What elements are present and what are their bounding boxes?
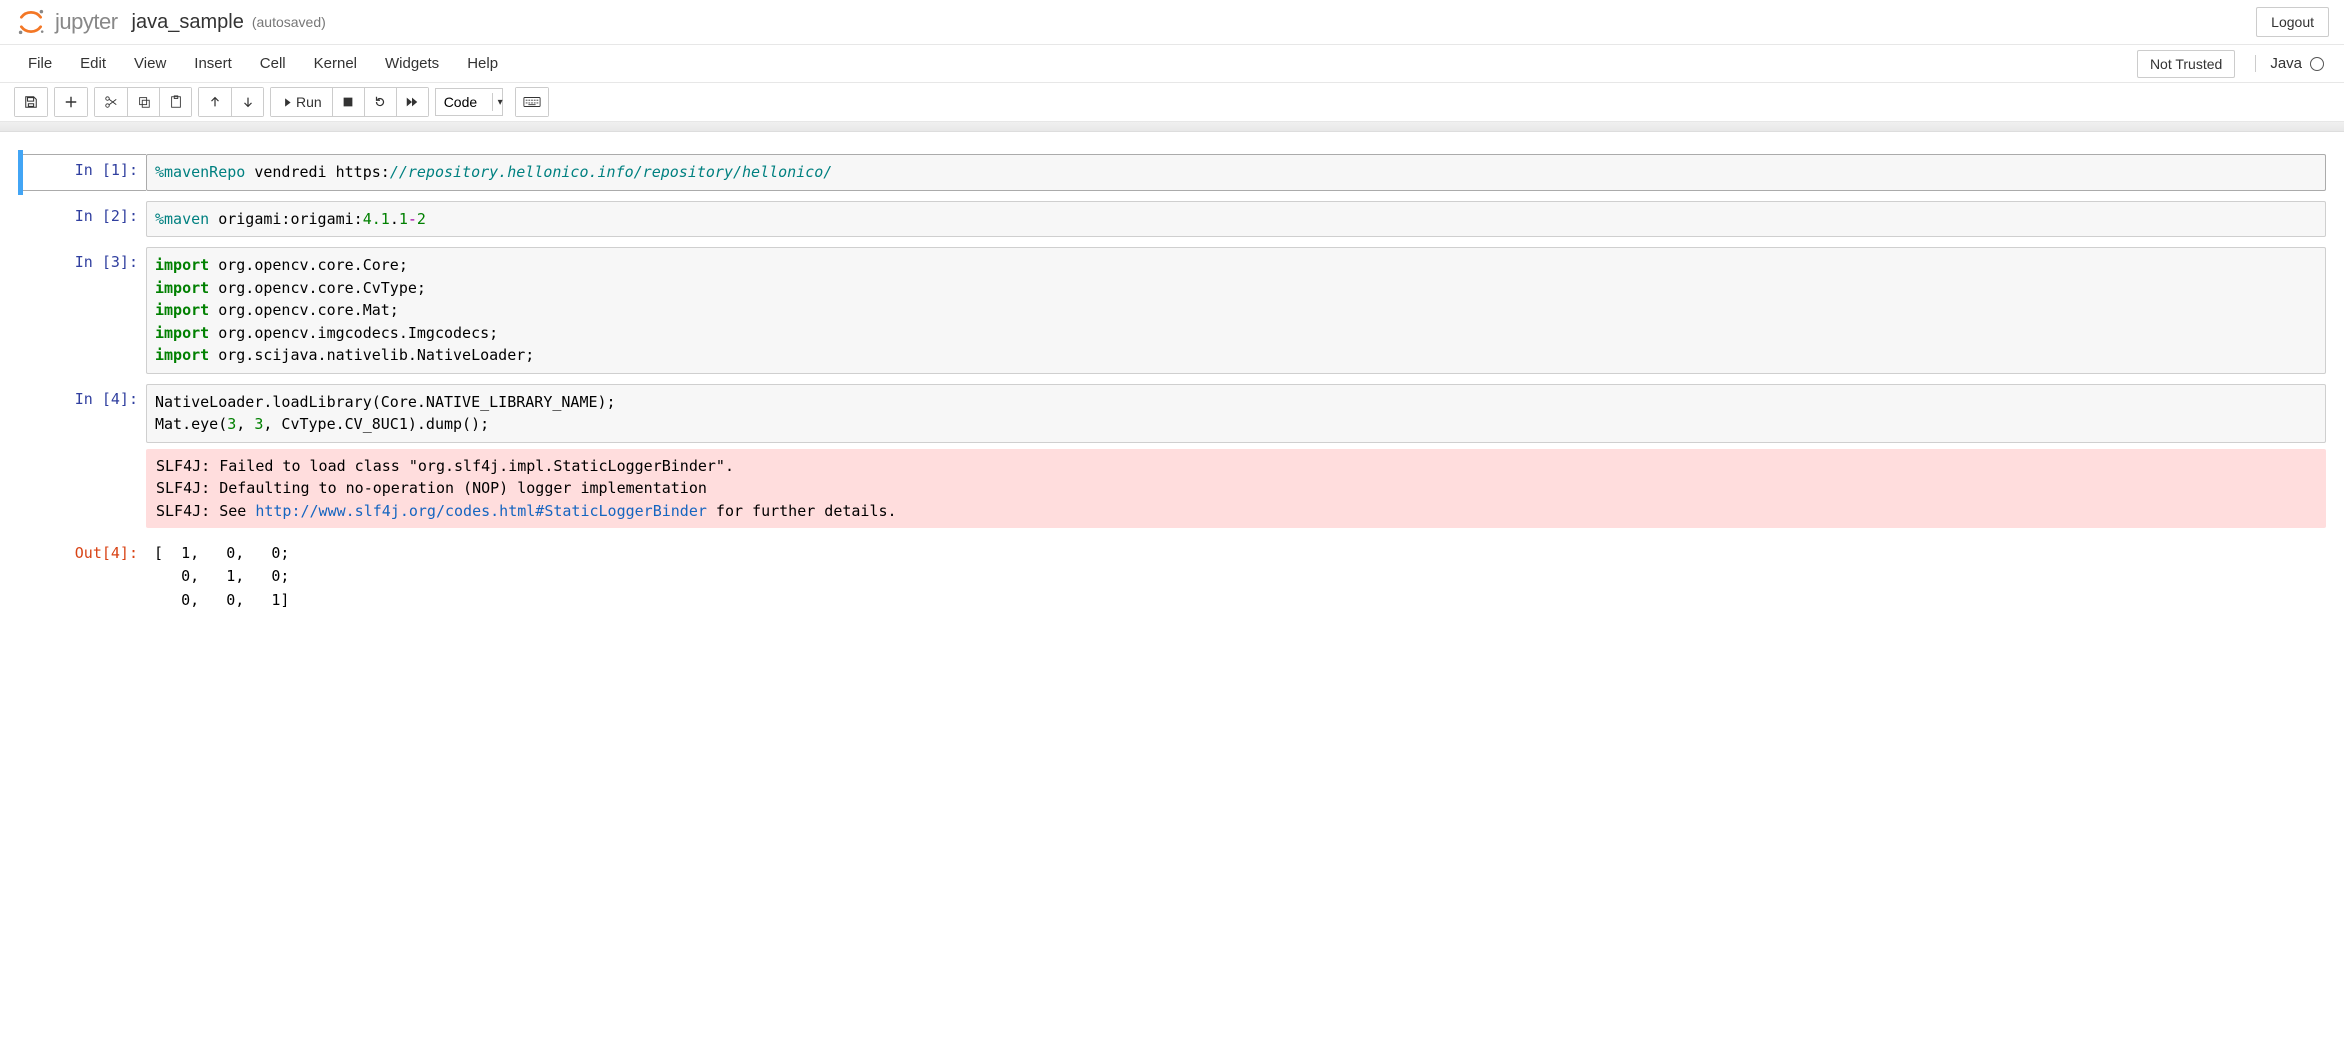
paste-button[interactable] bbox=[159, 88, 191, 116]
output-stderr-row: SLF4J: Failed to load class "org.slf4j.i… bbox=[0, 449, 2344, 533]
code-input[interactable]: %maven origami:origami:4.1.1-2 bbox=[146, 201, 2326, 238]
command-palette-button[interactable] bbox=[516, 88, 548, 116]
move-down-button[interactable] bbox=[231, 88, 263, 116]
arrow-up-icon bbox=[208, 95, 222, 109]
code-input[interactable]: %mavenRepo vendredi https://repository.h… bbox=[146, 154, 2326, 191]
code-input[interactable]: import org.opencv.core.Core; import org.… bbox=[146, 247, 2326, 374]
jupyter-logo-text: jupyter bbox=[55, 9, 118, 35]
stderr-output: SLF4J: Failed to load class "org.slf4j.i… bbox=[146, 449, 2326, 529]
header: jupyter java_sample (autosaved) Logout bbox=[0, 0, 2344, 45]
fast-forward-icon bbox=[405, 95, 419, 109]
plus-icon bbox=[64, 95, 78, 109]
output-prompt: Out[4]: bbox=[18, 538, 146, 616]
menu-kernel[interactable]: Kernel bbox=[300, 47, 371, 80]
jupyter-logo[interactable]: jupyter bbox=[15, 6, 118, 38]
copy-button[interactable] bbox=[127, 88, 159, 116]
code-cell[interactable]: In [1]: %mavenRepo vendredi https://repo… bbox=[0, 150, 2344, 195]
menu-file[interactable]: File bbox=[14, 47, 66, 80]
kernel-status-icon bbox=[2310, 57, 2324, 71]
stop-icon bbox=[341, 95, 355, 109]
kernel-indicator: Java bbox=[2255, 55, 2330, 72]
menu-help[interactable]: Help bbox=[453, 47, 512, 80]
move-up-button[interactable] bbox=[199, 88, 231, 116]
interrupt-button[interactable] bbox=[332, 88, 364, 116]
toolbar: Run Code bbox=[0, 83, 2344, 122]
output-row: Out[4]: [ 1, 0, 0; 0, 1, 0; 0, 0, 1] bbox=[0, 534, 2344, 620]
paste-icon bbox=[169, 95, 183, 109]
arrow-down-icon bbox=[241, 95, 255, 109]
restart-button[interactable] bbox=[364, 88, 396, 116]
input-prompt: In [4]: bbox=[18, 384, 146, 443]
menubar: File Edit View Insert Cell Kernel Widget… bbox=[0, 45, 2344, 83]
code-input[interactable]: NativeLoader.loadLibrary(Core.NATIVE_LIB… bbox=[146, 384, 2326, 443]
jupyter-logo-icon bbox=[15, 6, 47, 38]
copy-icon bbox=[137, 95, 151, 109]
empty-prompt bbox=[18, 449, 146, 529]
not-trusted-button[interactable]: Not Trusted bbox=[2137, 50, 2235, 78]
restart-icon bbox=[373, 95, 387, 109]
kernel-name: Java bbox=[2270, 55, 2302, 72]
notebook-container: In [1]: %mavenRepo vendredi https://repo… bbox=[0, 132, 2344, 640]
menu-cell[interactable]: Cell bbox=[246, 47, 300, 80]
run-button[interactable]: Run bbox=[271, 88, 332, 116]
menu-view[interactable]: View bbox=[120, 47, 180, 80]
logout-button[interactable]: Logout bbox=[2256, 7, 2329, 37]
autosave-status: (autosaved) bbox=[252, 14, 326, 30]
code-cell[interactable]: In [3]: import org.opencv.core.Core; imp… bbox=[0, 243, 2344, 378]
input-prompt: In [3]: bbox=[18, 247, 146, 374]
code-cell[interactable]: In [2]: %maven origami:origami:4.1.1-2 bbox=[0, 197, 2344, 242]
scissors-icon bbox=[104, 95, 118, 109]
run-icon bbox=[281, 97, 292, 108]
save-icon bbox=[24, 95, 38, 109]
keyboard-icon bbox=[523, 96, 541, 108]
cut-button[interactable] bbox=[95, 88, 127, 116]
input-prompt: In [1]: bbox=[18, 154, 146, 191]
text-output: [ 1, 0, 0; 0, 1, 0; 0, 0, 1] bbox=[146, 538, 2326, 616]
menu-edit[interactable]: Edit bbox=[66, 47, 120, 80]
toolbar-shadow bbox=[0, 122, 2344, 132]
cell-type-select[interactable]: Code bbox=[435, 88, 503, 116]
menu-insert[interactable]: Insert bbox=[180, 47, 246, 80]
insert-cell-button[interactable] bbox=[55, 88, 87, 116]
notebook-name[interactable]: java_sample bbox=[132, 11, 244, 34]
save-button[interactable] bbox=[15, 88, 47, 116]
menu-widgets[interactable]: Widgets bbox=[371, 47, 453, 80]
run-label: Run bbox=[296, 94, 322, 110]
input-prompt: In [2]: bbox=[18, 201, 146, 238]
code-cell[interactable]: In [4]: NativeLoader.loadLibrary(Core.NA… bbox=[0, 380, 2344, 447]
restart-run-all-button[interactable] bbox=[396, 88, 428, 116]
